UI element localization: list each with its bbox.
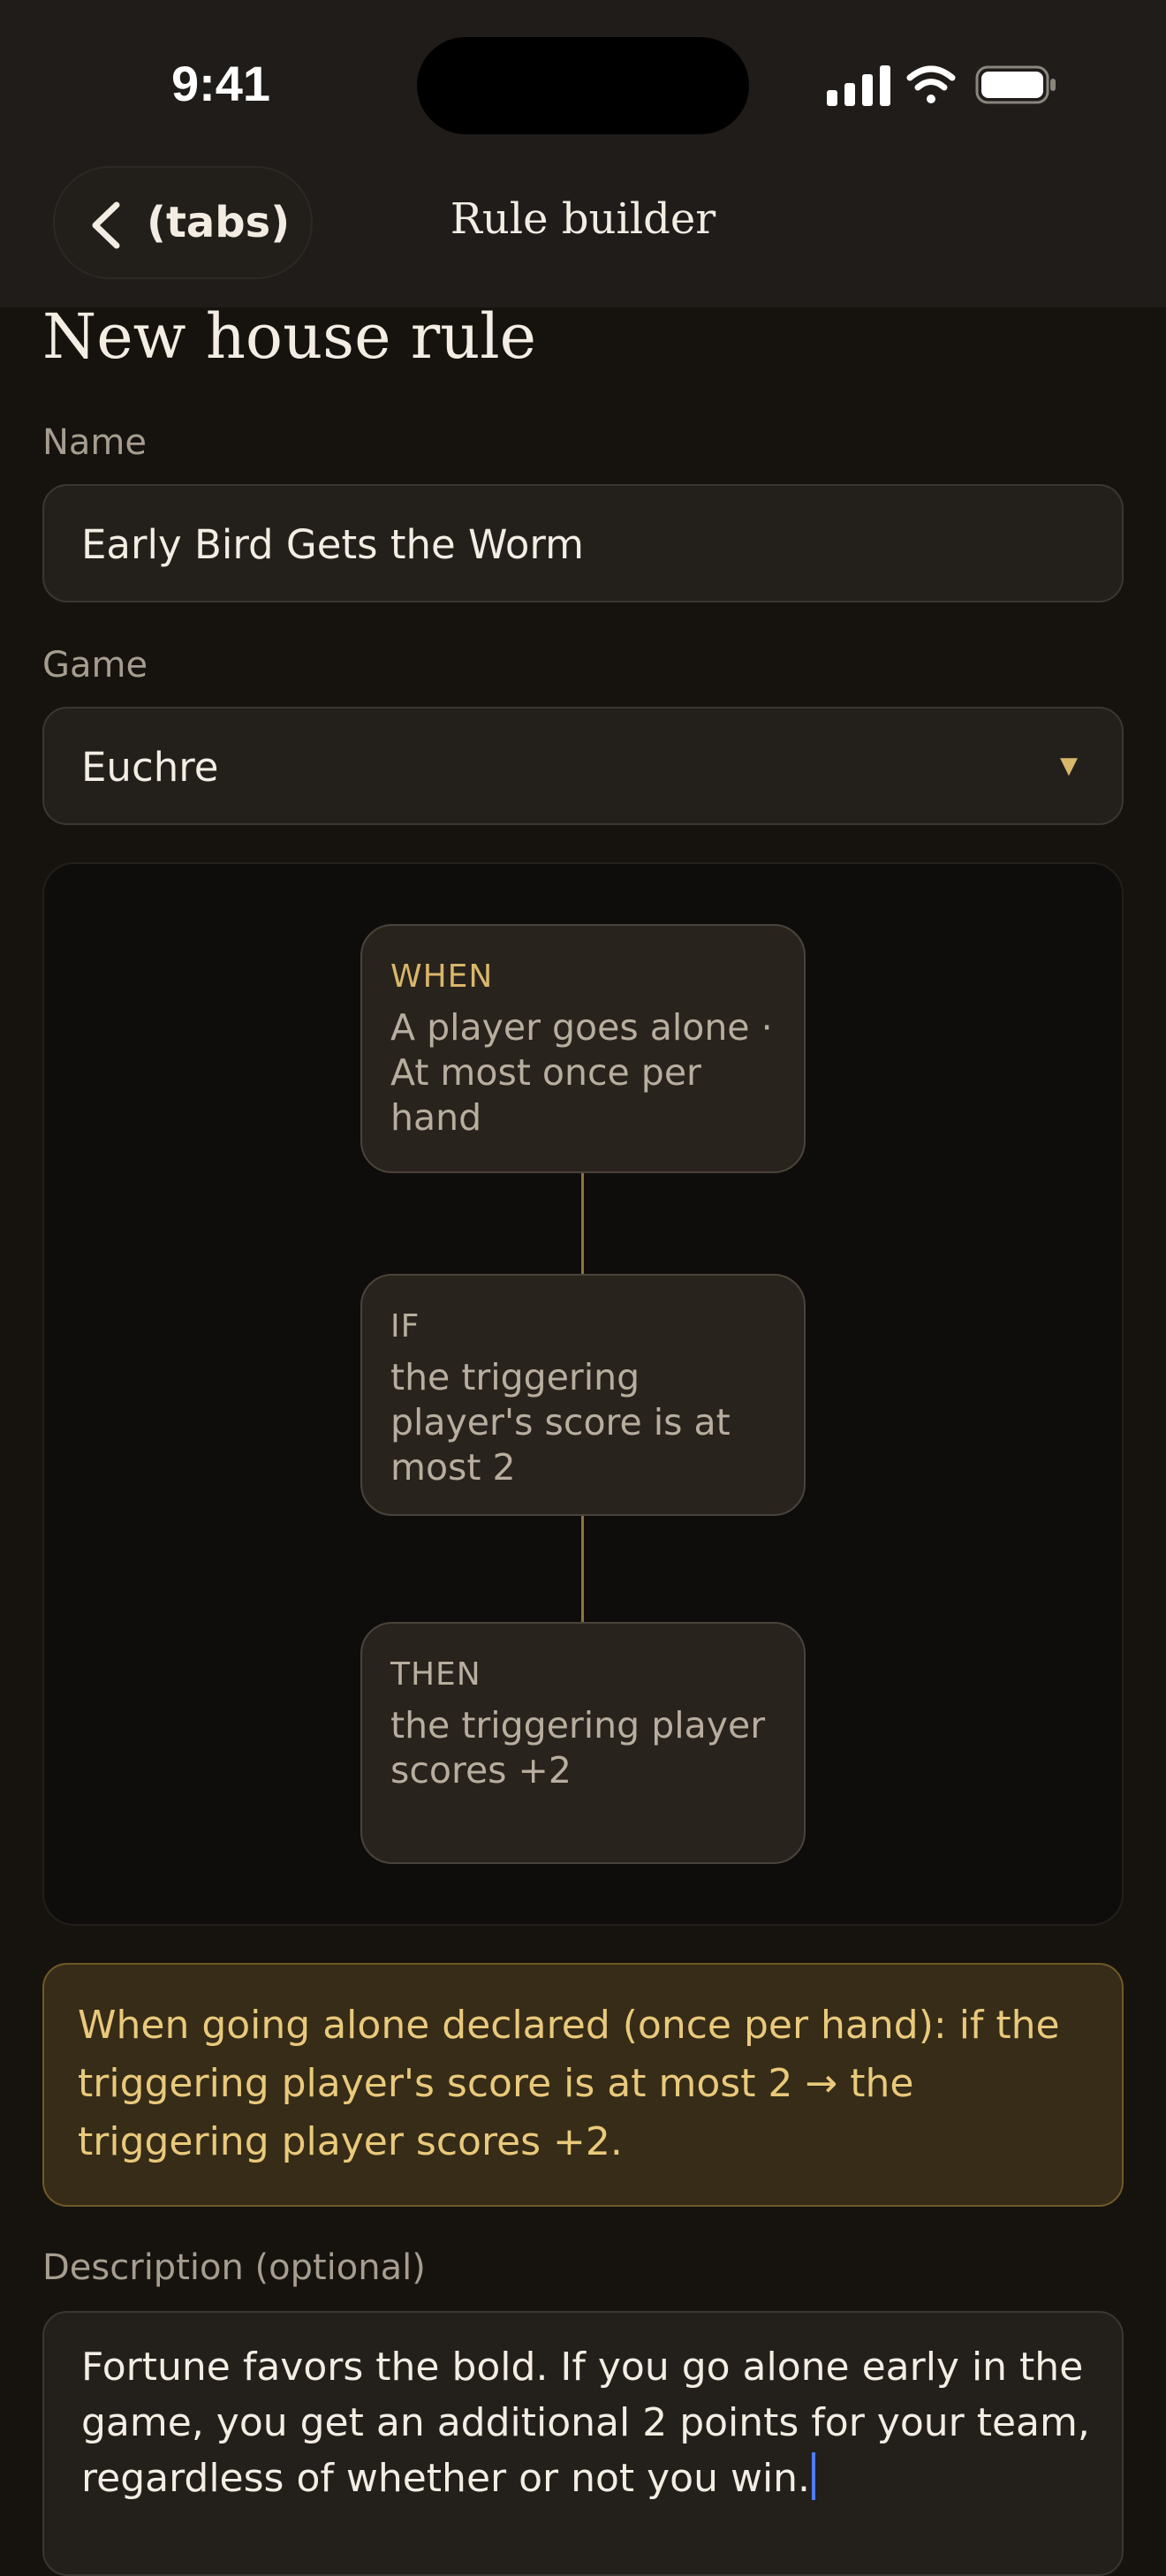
status-icons [822, 62, 1060, 108]
game-select-value: Euchre [81, 744, 219, 791]
battery-icon [975, 65, 1056, 104]
rule-summary: When going alone declared (once per hand… [42, 1963, 1124, 2207]
flow-node-then[interactable]: THEN the triggering player scores +2 [360, 1622, 806, 1864]
flow-node-kind: IF [390, 1308, 420, 1345]
description-field-value: Fortune favors the bold. If you go alone… [81, 2345, 1090, 2501]
back-button[interactable]: (tabs) [53, 166, 313, 279]
flow-node-when[interactable]: WHEN A player goes alone · At most once … [360, 924, 806, 1173]
text-cursor [812, 2452, 816, 2500]
flow-connector [581, 1516, 584, 1622]
flow-node-kind: WHEN [390, 958, 494, 995]
dropdown-caret-icon: ▼ [1060, 753, 1078, 779]
flow-node-text: the triggering player scores +2 [390, 1704, 766, 1792]
flow-node-if[interactable]: IF the triggering player's score is at m… [360, 1274, 806, 1516]
flow-connector [581, 1173, 584, 1274]
flow-node-kind: THEN [390, 1656, 481, 1693]
page-title: New house rule [42, 300, 537, 373]
description-field[interactable]: Fortune favors the bold. If you go alone… [42, 2311, 1124, 2576]
dynamic-island [417, 37, 749, 134]
name-field-value: Early Bird Gets the Worm [81, 521, 584, 568]
status-time: 9:41 [170, 56, 271, 111]
game-select[interactable]: Euchre ▼ [42, 707, 1124, 825]
description-field-label: Description (optional) [42, 2247, 426, 2288]
nav-title: Rule builder [450, 194, 716, 244]
chevron-left-icon [92, 201, 120, 249]
back-button-label: (tabs) [147, 198, 291, 247]
name-field[interactable]: Early Bird Gets the Worm [42, 484, 1124, 602]
cellular-signal-icon [827, 65, 890, 106]
flow-node-text: A player goes alone · At most once per h… [390, 1006, 773, 1139]
game-field-label: Game [42, 645, 148, 686]
flow-node-text: the triggering player's score is at most… [390, 1356, 731, 1489]
wifi-icon [906, 65, 956, 103]
name-field-label: Name [42, 422, 148, 463]
